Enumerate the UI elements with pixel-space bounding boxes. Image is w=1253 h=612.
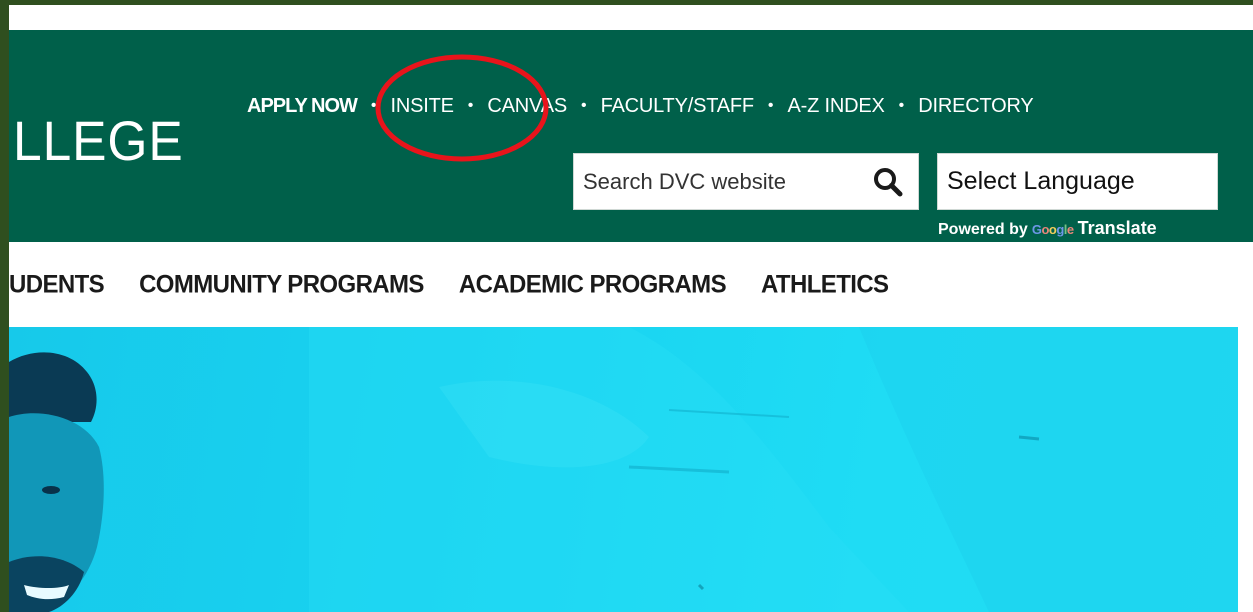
nav-item-academic-programs[interactable]: ACADEMIC PROGRAMS xyxy=(459,270,727,299)
apply-now-link[interactable]: APPLY NOW xyxy=(247,95,358,118)
main-nav: UDENTS COMMUNITY PROGRAMS ACADEMIC PROGR… xyxy=(9,242,1253,327)
screenshot-frame-left xyxy=(0,0,9,612)
nav-item-students[interactable]: UDENTS xyxy=(9,270,105,299)
search-icon xyxy=(874,168,903,197)
canvas-link[interactable]: CANVAS xyxy=(487,95,567,118)
hero-image xyxy=(9,327,1238,612)
google-logo[interactable]: Google xyxy=(1032,222,1074,237)
nav-separator: • xyxy=(467,97,474,114)
language-select[interactable]: Select Language xyxy=(937,153,1218,210)
search-button[interactable] xyxy=(872,166,904,198)
college-logo-text[interactable]: LLEGE xyxy=(13,108,184,173)
search-input[interactable] xyxy=(583,168,853,195)
site-header: LLEGE APPLY NOW • INSITE • CANVAS • FACU… xyxy=(9,30,1253,242)
utility-nav: APPLY NOW • INSITE • CANVAS • FACULTY/ST… xyxy=(247,92,1034,120)
hero-photo-illustration xyxy=(9,327,1238,612)
nav-item-community-programs[interactable]: COMMUNITY PROGRAMS xyxy=(139,270,424,299)
right-white-strip xyxy=(1238,327,1253,612)
top-white-strip xyxy=(9,5,1253,30)
nav-separator: • xyxy=(767,97,774,114)
faculty-staff-link[interactable]: FACULTY/STAFF xyxy=(601,95,755,118)
nav-separator: • xyxy=(898,97,905,114)
az-index-link[interactable]: A-Z INDEX xyxy=(788,95,885,118)
nav-item-athletics[interactable]: ATHLETICS xyxy=(761,270,889,299)
translate-link[interactable]: Translate xyxy=(1078,218,1157,239)
insite-link[interactable]: INSITE xyxy=(391,95,454,118)
nav-separator: • xyxy=(580,97,587,114)
search-form xyxy=(573,153,919,210)
language-select-label: Select Language xyxy=(947,167,1135,195)
powered-by-text: Powered by xyxy=(938,221,1028,238)
powered-by-google-translate: Powered by Google Translate xyxy=(938,218,1157,240)
directory-link[interactable]: DIRECTORY xyxy=(918,95,1033,118)
nav-separator: • xyxy=(370,97,377,114)
